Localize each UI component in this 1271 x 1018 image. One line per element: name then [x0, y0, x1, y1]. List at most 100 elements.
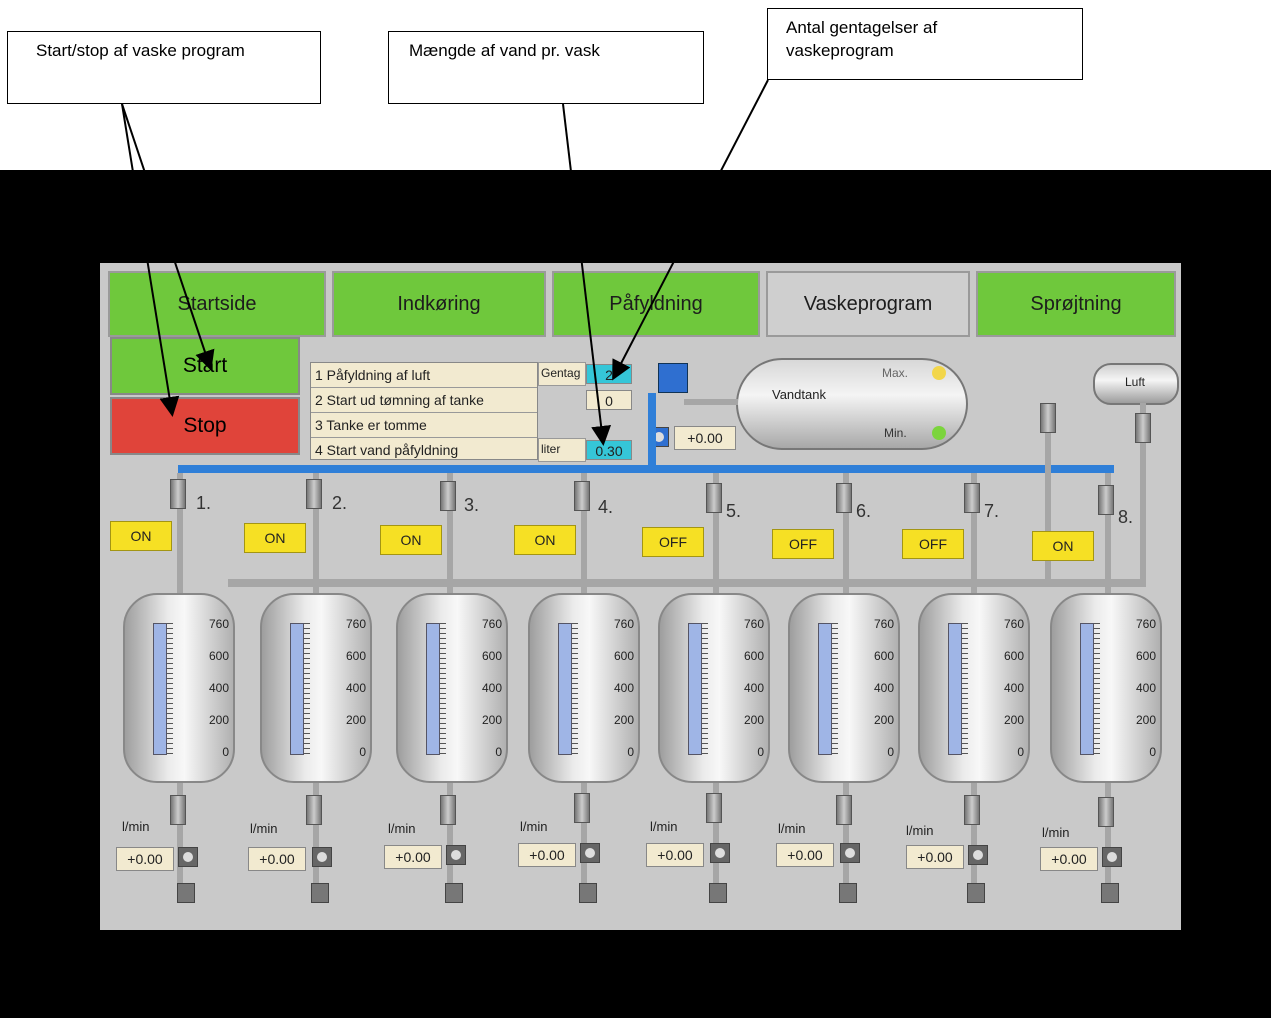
scale-label: 400 — [345, 681, 366, 695]
valve-toggle-5[interactable]: OFF — [642, 527, 704, 557]
tank-1: 760 600 400 200 0 — [123, 593, 235, 783]
inlet-valve-icon — [706, 483, 722, 513]
vandtank: Vandtank Max. Min. — [736, 358, 968, 450]
flow-meter-icon — [312, 847, 332, 867]
scale-label: 400 — [1003, 681, 1024, 695]
tank-3: 760 600 400 200 0 — [396, 593, 508, 783]
scale-label: 760 — [613, 617, 634, 631]
air-valve-2-icon — [1135, 413, 1151, 443]
inlet-valve-icon — [1098, 485, 1114, 515]
step-2: 2 Start ud tømning af tanke — [311, 388, 537, 413]
scale-label: 0 — [1017, 745, 1024, 759]
valve-number: 8. — [1118, 507, 1134, 527]
level-scale: 760 600 400 200 0 — [322, 617, 366, 767]
inlet-valve-icon — [836, 483, 852, 513]
scale-label: 600 — [1135, 649, 1156, 663]
scale-label: 760 — [1003, 617, 1024, 631]
tank-6: 760 600 400 200 0 — [788, 593, 900, 783]
tank-link-pipe — [684, 399, 738, 405]
level-scale: 760 600 400 200 0 — [720, 617, 764, 767]
gentag-input[interactable]: 2 — [586, 364, 632, 384]
grey-manifold-pipe — [228, 579, 1146, 587]
outlet-valve-icon — [964, 795, 980, 825]
scale-ticks — [832, 623, 838, 755]
scale-label: 600 — [743, 649, 764, 663]
scale-label: 600 — [345, 649, 366, 663]
scale-label: 0 — [887, 745, 894, 759]
stop-button[interactable]: Stop — [110, 397, 300, 455]
valve-toggle-3[interactable]: ON — [380, 525, 442, 555]
scale-label: 0 — [495, 745, 502, 759]
nozzle-icon — [1101, 883, 1119, 903]
scale-label: 400 — [613, 681, 634, 695]
scale-label: 600 — [613, 649, 634, 663]
scale-label: 760 — [345, 617, 366, 631]
scale-label: 200 — [613, 713, 634, 727]
step-list: 1 Påfyldning af luft 2 Start ud tømning … — [310, 362, 538, 460]
tab-indkoring[interactable]: Indkøring — [332, 271, 546, 337]
scale-ticks — [440, 623, 446, 755]
tab-sprojtning[interactable]: Sprøjtning — [976, 271, 1176, 337]
start-button[interactable]: Start — [110, 337, 300, 395]
callout-start-stop: Start/stop af vaske program — [7, 31, 321, 104]
scale-label: 600 — [1003, 649, 1024, 663]
tab-startside[interactable]: Startside — [108, 271, 326, 337]
vandtank-label: Vandtank — [772, 387, 826, 402]
valve-toggle-7[interactable]: OFF — [902, 529, 964, 559]
flow-meter-icon — [446, 845, 466, 865]
valve-toggle-1[interactable]: ON — [110, 521, 172, 551]
valve-toggle-4[interactable]: ON — [514, 525, 576, 555]
nozzle-icon — [839, 883, 857, 903]
inlet-valve-icon — [440, 481, 456, 511]
min-label: Min. — [884, 426, 907, 440]
scale-label: 760 — [743, 617, 764, 631]
flow-meter-icon — [840, 843, 860, 863]
flow-unit: l/min — [778, 821, 806, 836]
blue-riser-pipe — [648, 393, 656, 469]
inlet-valve-icon — [306, 479, 322, 509]
tank-2: 760 600 400 200 0 — [260, 593, 372, 783]
scale-label: 0 — [1149, 745, 1156, 759]
inlet-valve-icon — [574, 481, 590, 511]
scale-label: 600 — [873, 649, 894, 663]
scale-label: 760 — [208, 617, 229, 631]
step-4: 4 Start vand påfyldning — [315, 442, 459, 458]
flow-meter-icon — [968, 845, 988, 865]
valve-toggle-8[interactable]: ON — [1032, 531, 1094, 561]
valve-toggle-2[interactable]: ON — [244, 523, 306, 553]
scale-label: 400 — [208, 681, 229, 695]
max-label: Max. — [882, 366, 909, 380]
scale-label: 400 — [1135, 681, 1156, 695]
scale-label: 0 — [222, 745, 229, 759]
flow-value: +0.00 — [518, 843, 576, 867]
tab-pafyldning[interactable]: Påfyldning — [552, 271, 760, 337]
outlet-valve-icon — [836, 795, 852, 825]
outlet-valve-icon — [440, 795, 456, 825]
gentag-label: Gentag — [538, 362, 586, 386]
valve-toggle-6[interactable]: OFF — [772, 529, 834, 559]
tab-vaskeprogram[interactable]: Vaskeprogram — [766, 271, 970, 337]
scale-label: 0 — [359, 745, 366, 759]
scale-label: 200 — [743, 713, 764, 727]
flow-unit: l/min — [650, 819, 678, 834]
liter-input[interactable]: 0.30 — [586, 440, 632, 460]
flow-unit: l/min — [250, 821, 278, 836]
flow-value: +0.00 — [248, 847, 306, 871]
tank-8: 760 600 400 200 0 — [1050, 593, 1162, 783]
scale-ticks — [1094, 623, 1100, 755]
scale-ticks — [962, 623, 968, 755]
outlet-valve-icon — [706, 793, 722, 823]
main-flow-value: +0.00 — [674, 426, 736, 450]
nozzle-icon — [445, 883, 463, 903]
nozzle-icon — [709, 883, 727, 903]
scale-label: 200 — [208, 713, 229, 727]
scale-label: 600 — [481, 649, 502, 663]
level-scale: 760 600 400 200 0 — [458, 617, 502, 767]
scale-label: 400 — [481, 681, 502, 695]
tank-5: 760 600 400 200 0 — [658, 593, 770, 783]
flow-meter-icon — [1102, 847, 1122, 867]
tank-4: 760 600 400 200 0 — [528, 593, 640, 783]
step-3: 3 Tanke er tomme — [311, 413, 537, 438]
outlet-valve-icon — [1098, 797, 1114, 827]
level-scale: 760 600 400 200 0 — [850, 617, 894, 767]
